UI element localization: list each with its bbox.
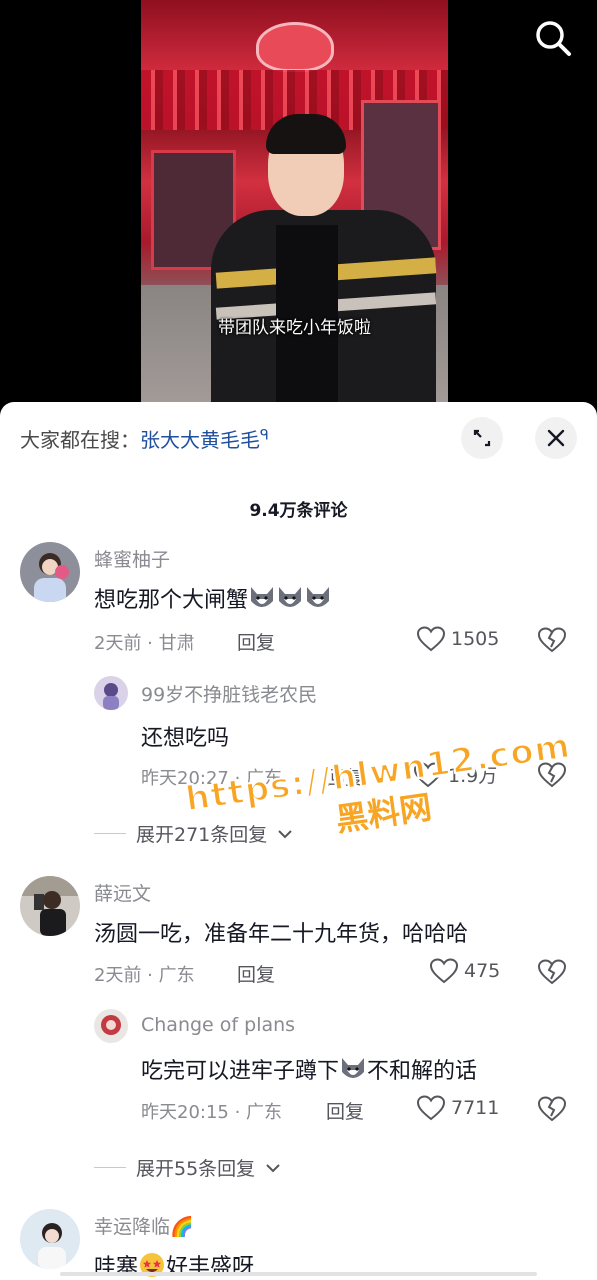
comment-count-title: 9.4万条评论 [249,501,348,521]
like-count: 1505 [451,628,500,650]
comment-username[interactable]: 薛远文 [94,879,151,906]
comment-sheet: 大家都在搜：张大大黄毛毛ᑫ 9.4万条评论 蜂蜜柚子 想吃那个大闸蟹 2天前 ·… [0,402,597,1280]
like-button[interactable]: 475 [430,958,500,984]
comment-meta: 昨天20:15 · 广东 [141,1102,283,1123]
expand-icon [473,429,491,447]
expand-replies-button[interactable]: 展开55条回复 [94,1154,281,1181]
husky-emoji-icon [276,585,304,611]
comment-text-body: 想吃那个大闸蟹 [94,588,249,613]
chevron-down-icon [266,1163,280,1172]
comment-item: 薛远文 汤圆一吃，准备年二十九年货，哈哈哈 2天前 · 广东 回复 475 [0,876,597,996]
avatar[interactable] [94,1009,128,1043]
like-button[interactable]: 1505 [417,626,499,652]
home-indicator [60,1272,537,1276]
avatar[interactable] [20,542,80,602]
comment-username[interactable]: Change of plans [141,1014,295,1036]
heart-icon [414,761,442,787]
heart-icon [430,958,458,984]
expand-replies-button[interactable]: 展开271条回复 [94,820,293,847]
reply-button[interactable]: 回复 [326,1097,364,1124]
broken-heart-icon [537,762,567,788]
broken-heart-icon [537,1096,567,1122]
comment-username[interactable]: 99岁不挣脏钱老农民 [141,680,317,707]
reply-button[interactable]: 回复 [326,763,364,790]
comment-username[interactable]: 幸运降临🌈 [94,1212,194,1239]
comment-text[interactable]: 想吃那个大闸蟹 [94,582,332,614]
video-subtitle: 带团队来吃小年饭啦 [218,318,371,338]
comment-text-body: 吃完可以进牢子蹲下 [141,1059,340,1084]
search-suggestion-prefix: 大家都在搜： [20,428,140,452]
dislike-button[interactable] [537,762,567,792]
avatar[interactable] [20,1209,80,1269]
comment-meta: 2天前 · 甘肃 [94,633,195,654]
like-button[interactable]: 1.9万 [414,761,497,788]
video-player[interactable]: 带团队来吃小年饭啦 [0,0,597,404]
comment-text-body: 好丰盛呀 [166,1255,255,1280]
heart-icon [417,626,445,652]
dislike-button[interactable] [537,959,567,989]
avatar[interactable] [94,676,128,710]
reply-item: Change of plans 吃完可以进牢子蹲下 不和解的话 昨天20:15 ·… [0,1009,597,1129]
divider [94,833,126,834]
reply-button[interactable]: 回复 [237,628,275,655]
close-icon [547,429,565,447]
divider [94,1167,126,1168]
broken-heart-icon [537,627,567,653]
husky-emoji-icon [304,585,332,611]
comment-text-body: 不和解的话 [367,1059,478,1084]
search-suggestion-keyword[interactable]: 张大大黄毛毛 [140,428,260,452]
video-frame[interactable]: 带团队来吃小年饭啦 [141,0,448,404]
reply-item: 99岁不挣脏钱老农民 还想吃吗 昨天20:27 · 广东 回复 1.9万 [0,676,597,796]
avatar[interactable] [20,876,80,936]
comment-username[interactable]: 蜂蜜柚子 [94,545,170,572]
chevron-down-icon [278,829,292,838]
comment-text-body: 哇塞 [94,1255,139,1280]
comment-meta: 昨天20:27 · 广东 [141,768,283,789]
search-icon[interactable] [531,16,575,60]
heart-icon [417,1095,445,1121]
comment-text[interactable]: 还想吃吗 [141,720,229,752]
broken-heart-icon [537,959,567,985]
comment-text[interactable]: 吃完可以进牢子蹲下 不和解的话 [141,1053,477,1085]
like-count: 7711 [451,1097,500,1119]
close-button[interactable] [535,417,577,459]
comment-text[interactable]: 汤圆一吃，准备年二十九年货，哈哈哈 [94,916,468,948]
search-suggestion[interactable]: 大家都在搜：张大大黄毛毛ᑫ [20,424,269,453]
expand-replies-label: 展开271条回复 [136,824,268,846]
expand-replies-label: 展开55条回复 [136,1158,256,1180]
like-count: 1.9万 [448,765,498,787]
search-suggestion-glyph: ᑫ [260,427,269,444]
expand-button[interactable] [461,417,503,459]
reply-button[interactable]: 回复 [237,960,275,987]
dislike-button[interactable] [537,627,567,657]
comment-meta: 2天前 · 广东 [94,965,195,986]
video-emblem [256,22,334,72]
like-button[interactable]: 7711 [417,1095,499,1121]
comment-item: 幸运降临🌈 哇塞 好丰盛呀 [0,1209,597,1280]
like-count: 475 [464,960,501,982]
comment-item: 蜂蜜柚子 想吃那个大闸蟹 2天前 · 甘肃 回复 1505 [0,542,597,662]
husky-emoji-icon [248,585,276,611]
dislike-button[interactable] [537,1096,567,1126]
husky-emoji-icon [339,1056,367,1082]
